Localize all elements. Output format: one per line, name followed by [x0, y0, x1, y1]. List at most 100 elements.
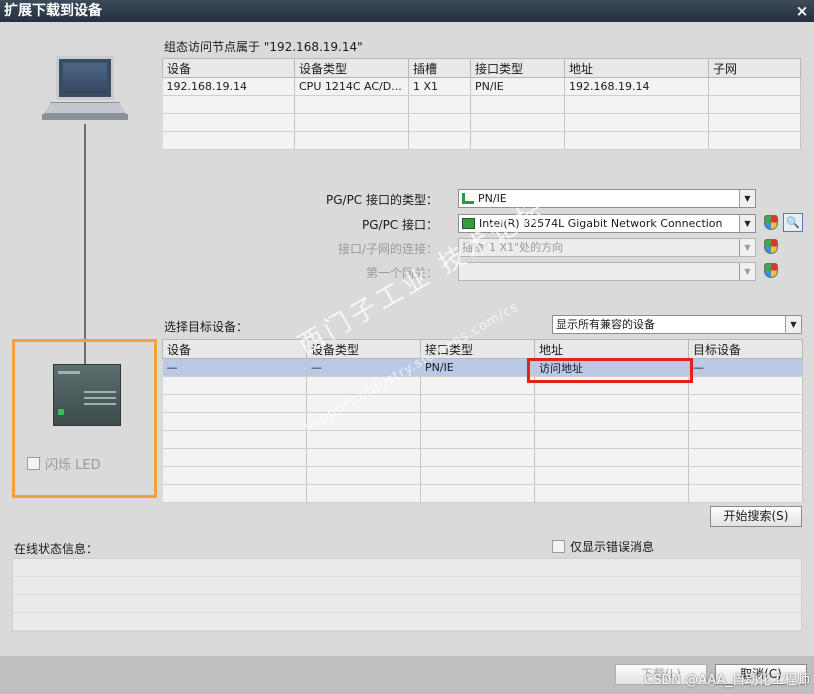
flash-led-checkbox[interactable]: 闪烁 LED — [27, 454, 101, 473]
online-status-log — [12, 558, 802, 632]
table-cell: 1 X1 — [408, 77, 471, 96]
table-cell — [534, 466, 689, 485]
tgt-col-header[interactable]: 目标设备 — [688, 339, 803, 359]
table-cell — [534, 430, 689, 449]
table-cell: 192.168.19.14 — [162, 77, 295, 96]
table-cell — [306, 376, 421, 395]
start-search-button[interactable]: 开始搜索(S) — [710, 506, 802, 527]
table-cell — [534, 484, 689, 503]
table-cell — [534, 412, 689, 431]
table-cell — [162, 376, 307, 395]
table-cell — [294, 95, 409, 114]
magnifier-icon[interactable]: 🔍 — [783, 213, 803, 232]
pgpc-iface-label: PG/PC 接口： — [361, 218, 438, 232]
table-row[interactable]: 192.168.19.14 CPU 1214C AC/D... 1 X1 PN/IE 1… — [162, 77, 801, 96]
tgt-col-header[interactable]: 接口类型 — [420, 339, 535, 359]
table-cell — [408, 113, 471, 132]
cfg-col-header[interactable]: 地址 — [564, 58, 709, 78]
chevron-down-icon[interactable]: ▼ — [739, 215, 755, 232]
only-errors-box[interactable] — [552, 540, 565, 553]
tgt-col-header[interactable]: 设备类型 — [306, 339, 421, 359]
first-gateway-select[interactable]: ▼ — [458, 262, 756, 281]
table-cell — [306, 484, 421, 503]
window-titlebar: 扩展下载到设备 × — [0, 0, 814, 22]
laptop-icon — [42, 56, 128, 122]
pgpc-iface-select[interactable]: Intel(R) 82574L Gigabit Network Connecti… — [458, 214, 756, 233]
only-errors-checkbox[interactable]: 仅显示错误消息 — [552, 538, 654, 555]
target-filter-value: 显示所有兼容的设备 — [556, 318, 655, 331]
table-cell — [688, 376, 803, 395]
table-row[interactable] — [162, 376, 803, 395]
table-cell — [306, 412, 421, 431]
table-cell — [688, 430, 803, 449]
table-row[interactable] — [162, 466, 803, 485]
subnet-connection-value: 插槽"1 X1"处的方向 — [462, 241, 564, 254]
chevron-down-icon[interactable]: ▼ — [739, 263, 755, 280]
table-cell — [420, 430, 535, 449]
chevron-down-icon[interactable]: ▼ — [739, 239, 755, 256]
cfg-col-header[interactable]: 设备 — [162, 58, 295, 78]
table-cell — [408, 95, 471, 114]
table-cell: — — [306, 358, 421, 377]
table-cell — [306, 430, 421, 449]
table-cell — [162, 412, 307, 431]
target-device-table: 设备 设备类型 接口类型 地址 目标设备 — — PN/IE 访问地址 — — [162, 339, 803, 503]
subnet-connection-label: 接口/子网的连接： — [337, 242, 438, 256]
close-icon[interactable]: × — [794, 0, 810, 22]
table-row[interactable] — [162, 412, 803, 431]
table-cell — [162, 95, 295, 114]
table-cell — [564, 95, 709, 114]
target-device-label: 选择目标设备： — [164, 320, 249, 334]
target-filter-select[interactable]: 显示所有兼容的设备 ▼ — [552, 315, 802, 334]
table-cell — [534, 448, 689, 467]
table-cell — [162, 394, 307, 413]
flash-led-box[interactable] — [27, 457, 40, 470]
cfg-col-header[interactable]: 接口类型 — [470, 58, 565, 78]
table-cell — [708, 131, 801, 150]
table-row[interactable]: — — PN/IE 访问地址 — — [162, 358, 803, 377]
chevron-down-icon[interactable]: ▼ — [739, 190, 755, 207]
config-node-label: 组态访问节点属于 "192.168.19.14" — [164, 40, 363, 54]
table-cell — [470, 131, 565, 150]
flash-led-label: 闪烁 LED — [45, 458, 101, 473]
table-row[interactable] — [162, 113, 801, 132]
config-node-table: 设备 设备类型 插槽 接口类型 地址 子网 192.168.19.14 CPU 1214C … — [162, 58, 801, 150]
tgt-col-header[interactable]: 设备 — [162, 339, 307, 359]
table-cell — [534, 394, 689, 413]
table-row[interactable] — [162, 448, 803, 467]
chevron-down-icon[interactable]: ▼ — [785, 316, 801, 333]
table-row[interactable] — [162, 394, 803, 413]
table-cell: PN/IE — [470, 77, 565, 96]
table-cell — [408, 131, 471, 150]
table-cell — [420, 376, 535, 395]
cfg-col-header[interactable]: 设备类型 — [294, 58, 409, 78]
pgpc-iface-value: Intel(R) 82574L Gigabit Network Connecti… — [479, 217, 723, 230]
table-cell — [420, 412, 535, 431]
tgt-col-header[interactable]: 地址 — [534, 339, 689, 359]
table-cell — [306, 448, 421, 467]
table-cell — [688, 448, 803, 467]
table-row[interactable] — [162, 131, 801, 150]
pgpc-type-value: PN/IE — [478, 192, 507, 205]
table-cell — [162, 448, 307, 467]
table-cell: — — [162, 358, 307, 377]
table-cell — [708, 95, 801, 114]
table-row[interactable] — [162, 430, 803, 449]
cfg-col-header[interactable]: 子网 — [708, 58, 801, 78]
table-cell — [294, 131, 409, 150]
table-cell — [688, 484, 803, 503]
table-row[interactable] — [162, 484, 803, 503]
table-cell: CPU 1214C AC/D... — [294, 77, 409, 96]
csdn-watermark: CSDN @AAA_自动化工程师 — [643, 673, 810, 688]
subnet-connection-select[interactable]: 插槽"1 X1"处的方向 ▼ — [458, 238, 756, 257]
table-cell — [420, 484, 535, 503]
table-cell — [162, 113, 295, 132]
network-icon — [462, 193, 474, 204]
cfg-col-header[interactable]: 插槽 — [408, 58, 471, 78]
table-cell — [420, 394, 535, 413]
table-cell — [564, 131, 709, 150]
table-cell — [534, 376, 689, 395]
pgpc-type-select[interactable]: PN/IE ▼ — [458, 189, 756, 208]
table-row[interactable] — [162, 95, 801, 114]
status-shield-icon — [764, 215, 778, 230]
